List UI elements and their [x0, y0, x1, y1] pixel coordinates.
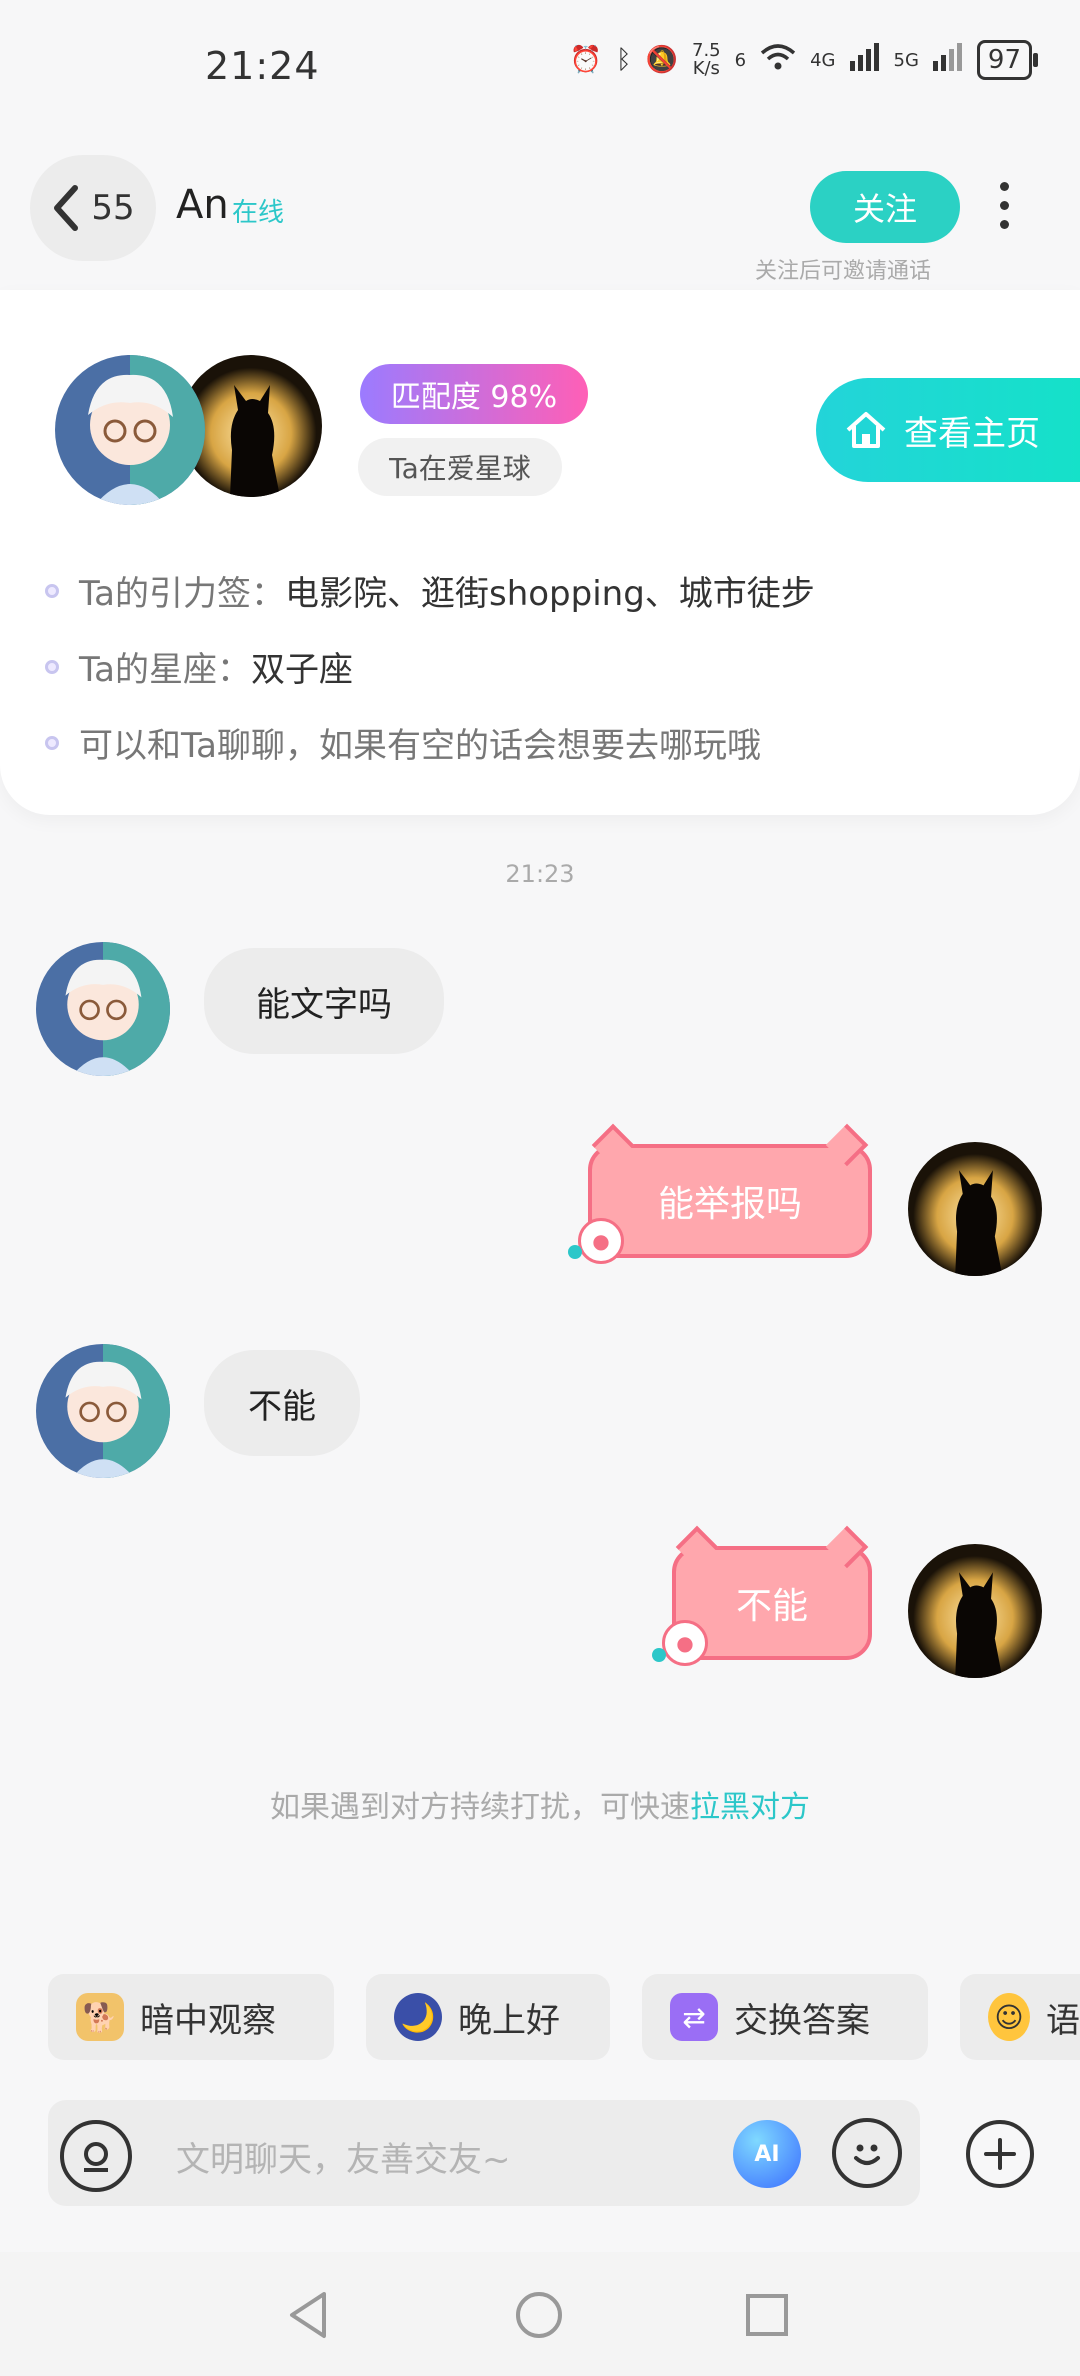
match-badge: 匹配度 98%	[360, 364, 588, 424]
signal-5g-label: 5G	[893, 49, 919, 71]
emoji-button[interactable]	[832, 2118, 902, 2188]
signal-bars-icon	[849, 42, 880, 78]
circle-home-icon	[516, 2292, 562, 2338]
partner-chat-avatar[interactable]	[36, 942, 170, 1076]
quick-reply-good-evening[interactable]: 🌙 晚上好	[366, 1974, 610, 2060]
quick-reply-observe[interactable]: 🐕 暗中观察	[48, 1974, 334, 2060]
quick-reply-voice[interactable]: ☺ 语	[960, 1974, 1080, 2060]
chevron-left-icon	[54, 185, 79, 231]
message-bubble-incoming[interactable]: 不能	[204, 1350, 360, 1456]
partner-chat-avatar[interactable]	[36, 1344, 170, 1478]
nav-recents-button[interactable]	[744, 2292, 790, 2342]
planet-tag: Ta在爱星球	[358, 438, 562, 496]
wifi-badge: 6	[734, 49, 747, 71]
chat-username[interactable]: An	[176, 182, 229, 228]
alarm-icon: ⏰	[569, 45, 603, 75]
message-bubble-outgoing[interactable]: ● 能举报吗	[578, 1123, 872, 1264]
follow-hint: 关注后可邀请通话	[755, 259, 932, 284]
view-homepage-label: 查看主页	[904, 413, 1040, 454]
plus-icon	[984, 2138, 1016, 2170]
bullet-dot	[45, 583, 59, 598]
battery-indicator: 97	[976, 40, 1039, 80]
block-user-link[interactable]: 拉黑对方	[690, 1790, 810, 1825]
nav-back-button[interactable]	[286, 2290, 330, 2344]
view-homepage-button[interactable]: 查看主页	[816, 378, 1080, 482]
paw-icon: ●	[662, 1620, 708, 1666]
signal-4g-label: 4G	[810, 49, 836, 71]
back-button[interactable]: 55	[30, 155, 156, 261]
follow-button[interactable]: 关注	[810, 171, 960, 243]
chat-timestamp: 21:23	[505, 860, 575, 888]
wifi-icon	[760, 43, 796, 78]
status-icons: ⏰ ᛒ 🔕 7.5 K/s 6 4G 5G 97	[569, 40, 1039, 80]
home-icon	[846, 412, 886, 448]
nav-home-button[interactable]	[514, 2290, 564, 2344]
read-status-dot	[568, 1245, 582, 1259]
bluetooth-icon: ᛒ	[616, 45, 632, 75]
voice-input-button[interactable]	[60, 2120, 132, 2192]
voice-icon	[84, 2142, 108, 2172]
more-options-icon[interactable]	[995, 182, 1013, 229]
unread-count: 55	[91, 188, 135, 228]
smile-icon	[854, 2144, 880, 2165]
smile-emoji-icon: ☺	[988, 1993, 1030, 2041]
network-speed: 7.5 K/s	[692, 40, 721, 79]
info-row-prompt: 可以和Ta聊聊，如果有空的话会想要去哪玩哦	[45, 718, 761, 767]
ai-assistant-button[interactable]: AI	[733, 2120, 801, 2188]
info-row-gravity: Ta的引力签：电影院、逛街shopping、城市徒步	[45, 566, 815, 615]
moon-night-icon: 🌙	[394, 1993, 442, 2041]
mute-icon: 🔕	[645, 45, 678, 75]
triangle-back-icon	[290, 2292, 326, 2338]
message-bubble-incoming[interactable]: 能文字吗	[204, 948, 444, 1054]
block-notice: 如果遇到对方持续打扰，可快速拉黑对方	[270, 1790, 810, 1825]
exchange-icon: ⇄	[670, 1993, 718, 2041]
shiba-dog-icon: 🐕	[76, 1993, 124, 2041]
more-actions-button[interactable]	[966, 2120, 1034, 2188]
bullet-dot	[45, 735, 59, 750]
online-status: 在线	[232, 198, 285, 228]
message-bubble-outgoing[interactable]: ● 不能	[662, 1525, 872, 1666]
square-recents-icon	[746, 2294, 788, 2336]
paw-icon: ●	[578, 1218, 624, 1264]
bullet-dot	[45, 659, 59, 674]
message-input[interactable]: 文明聊天，友善交友~	[176, 2132, 511, 2181]
read-status-dot	[652, 1648, 666, 1662]
partner-avatar[interactable]	[55, 355, 205, 505]
info-row-zodiac: Ta的星座：双子座	[45, 642, 353, 691]
my-chat-avatar[interactable]	[908, 1544, 1042, 1678]
signal-bars-icon	[932, 42, 963, 78]
quick-reply-exchange[interactable]: ⇄ 交换答案	[642, 1974, 928, 2060]
my-chat-avatar[interactable]	[908, 1142, 1042, 1276]
status-time: 21:24	[205, 44, 320, 88]
